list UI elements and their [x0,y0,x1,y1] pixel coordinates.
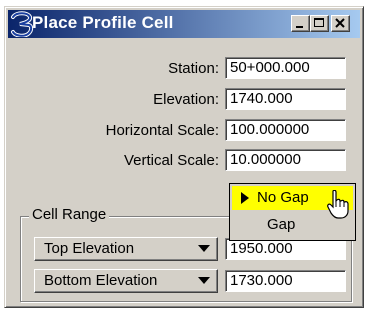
elevation-row: Elevation: [5,88,219,112]
chevron-down-icon [198,245,210,252]
maximize-icon [314,18,324,27]
elevation-field[interactable]: 1740.000 [225,88,346,110]
station-label: Station: [168,60,219,77]
bottom-range-option-button[interactable]: Bottom Elevation [34,269,218,293]
window-title: Place Profile Cell [32,13,174,32]
station-field[interactable]: 50+000.000 [225,57,346,79]
top-elevation-field[interactable]: 1950.000 [225,238,346,260]
bottom-elevation-field[interactable]: 1730.000 [225,270,346,292]
title-bar[interactable]: Place Profile Cell [8,10,360,38]
menu-item-gap-label: Gap [267,216,296,233]
vertical-scale-label: Vertical Scale: [123,152,219,169]
close-button[interactable] [331,15,350,32]
menu-item-no-gap-label: No Gap [257,189,309,206]
mouse-cursor-icon [327,190,349,219]
station-row: Station: [5,57,219,81]
elevation-label: Elevation: [153,91,219,108]
place-profile-cell-dialog: Place Profile Cell Station: 50+000.000 E… [4,6,364,308]
top-range-option-label: Top Elevation [44,240,135,257]
close-icon [335,18,345,28]
horizontal-scale-label: Horizontal Scale: [105,122,219,139]
vertical-scale-row: Vertical Scale: [5,149,219,173]
minimize-button[interactable] [291,15,310,32]
caret-right-icon [241,192,249,204]
vertical-scale-field[interactable]: 10.000000 [225,149,346,171]
maximize-button[interactable] [310,15,329,32]
chevron-down-icon [198,277,210,284]
bottom-range-option-label: Bottom Elevation [44,272,158,289]
top-range-option-button[interactable]: Top Elevation [34,237,218,261]
cell-range-title: Cell Range [29,206,110,223]
minimize-icon [296,26,303,28]
horizontal-scale-field[interactable]: 100.000000 [225,119,346,141]
app-logo-icon [11,11,34,37]
horizontal-scale-row: Horizontal Scale: [5,119,219,143]
